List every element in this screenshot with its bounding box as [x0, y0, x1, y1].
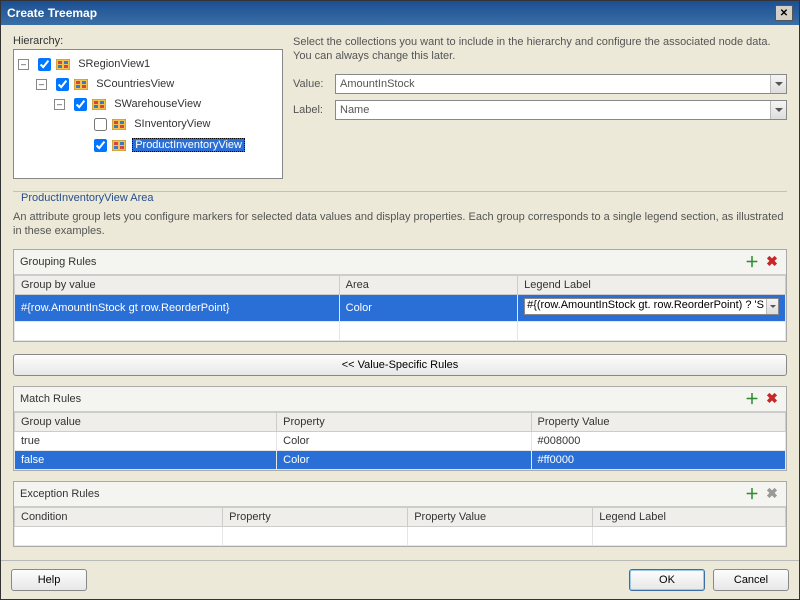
- expand-icon[interactable]: –: [18, 59, 29, 70]
- cancel-button[interactable]: Cancel: [713, 569, 789, 591]
- tree-item-label[interactable]: SCountriesView: [94, 78, 176, 90]
- cell-group-by[interactable]: #{row.AmountInStock gt row.ReorderPoint}: [15, 294, 340, 321]
- col-header[interactable]: Group by value: [15, 275, 340, 294]
- col-header[interactable]: Legend Label: [518, 275, 786, 294]
- col-header[interactable]: Property: [277, 412, 531, 431]
- chevron-down-icon[interactable]: [766, 299, 778, 314]
- area-section-legend: ProductInventoryView Area: [19, 192, 159, 204]
- dialog-create-treemap: Create Treemap ✕ Hierarchy: – SRegionVie…: [0, 0, 800, 600]
- ok-button[interactable]: OK: [629, 569, 705, 591]
- close-icon[interactable]: ✕: [775, 5, 793, 21]
- value-field-label: Value:: [293, 78, 335, 90]
- description-text: Select the collections you want to inclu…: [293, 35, 787, 64]
- grouping-rules-panel: Grouping Rules ＋ ✖ Group by value Area L…: [13, 249, 787, 342]
- tree-checkbox[interactable]: [94, 118, 107, 131]
- col-header[interactable]: Legend Label: [593, 507, 786, 526]
- entity-icon: [74, 79, 88, 90]
- tree-item-label[interactable]: SInventoryView: [132, 118, 212, 130]
- col-header[interactable]: Area: [339, 275, 517, 294]
- table-row[interactable]: false Color #ff0000: [15, 450, 786, 469]
- grouping-rules-table: Group by value Area Legend Label #{row.A…: [14, 275, 786, 341]
- match-rules-table: Group value Property Property Value true…: [14, 412, 786, 470]
- match-rules-title: Match Rules: [20, 393, 81, 405]
- col-header[interactable]: Group value: [15, 412, 277, 431]
- delete-icon[interactable]: ✖: [764, 391, 780, 407]
- col-header[interactable]: Condition: [15, 507, 223, 526]
- area-section-desc: An attribute group lets you configure ma…: [13, 210, 787, 239]
- delete-icon[interactable]: ✖: [764, 254, 780, 270]
- label-select[interactable]: Name: [335, 100, 787, 120]
- add-icon[interactable]: ＋: [744, 486, 760, 502]
- dialog-title: Create Treemap: [7, 6, 97, 20]
- exception-rules-title: Exception Rules: [20, 488, 100, 500]
- delete-icon: ✖: [764, 486, 780, 502]
- help-button[interactable]: Help: [11, 569, 87, 591]
- titlebar: Create Treemap ✕: [1, 1, 799, 25]
- tree-checkbox[interactable]: [38, 58, 51, 71]
- match-rules-panel: Match Rules ＋ ✖ Group value Property Pro…: [13, 386, 787, 471]
- exception-rules-panel: Exception Rules ＋ ✖ Condition Property P…: [13, 481, 787, 547]
- tree-item-label[interactable]: SRegionView1: [76, 58, 152, 70]
- expand-icon[interactable]: –: [54, 99, 65, 110]
- chevron-down-icon: [770, 101, 786, 119]
- tree-checkbox[interactable]: [94, 139, 107, 152]
- tree-checkbox[interactable]: [74, 98, 87, 111]
- tree-checkbox[interactable]: [56, 78, 69, 91]
- add-icon[interactable]: ＋: [744, 391, 760, 407]
- col-header[interactable]: Property Value: [531, 412, 785, 431]
- table-row[interactable]: [15, 321, 786, 340]
- tree-item-label[interactable]: SWarehouseView: [112, 98, 203, 110]
- exception-rules-table: Condition Property Property Value Legend…: [14, 507, 786, 546]
- table-row[interactable]: true Color #008000: [15, 431, 786, 450]
- entity-icon: [112, 140, 126, 151]
- tree-item-label[interactable]: ProductInventoryView: [132, 138, 245, 152]
- entity-icon: [112, 119, 126, 130]
- legend-label-input: #{(row.AmountInStock gt. row.ReorderPoin…: [524, 298, 779, 315]
- hierarchy-tree[interactable]: – SRegionView1 – SCountriesView: [13, 49, 283, 179]
- hierarchy-label: Hierarchy:: [13, 35, 283, 47]
- grouping-rules-title: Grouping Rules: [20, 256, 96, 268]
- chevron-down-icon: [770, 75, 786, 93]
- entity-icon: [92, 99, 106, 110]
- label-field-label: Label:: [293, 104, 335, 116]
- value-specific-rules-button[interactable]: << Value-Specific Rules: [13, 354, 787, 376]
- col-header[interactable]: Property Value: [408, 507, 593, 526]
- cell-area[interactable]: Color: [339, 294, 517, 321]
- entity-icon: [56, 59, 70, 70]
- col-header[interactable]: Property: [223, 507, 408, 526]
- cell-legend[interactable]: #{(row.AmountInStock gt. row.ReorderPoin…: [518, 294, 786, 321]
- expand-icon[interactable]: –: [36, 79, 47, 90]
- value-select[interactable]: AmountInStock: [335, 74, 787, 94]
- table-row[interactable]: [15, 526, 786, 545]
- table-row[interactable]: #{row.AmountInStock gt row.ReorderPoint}…: [15, 294, 786, 321]
- add-icon[interactable]: ＋: [744, 254, 760, 270]
